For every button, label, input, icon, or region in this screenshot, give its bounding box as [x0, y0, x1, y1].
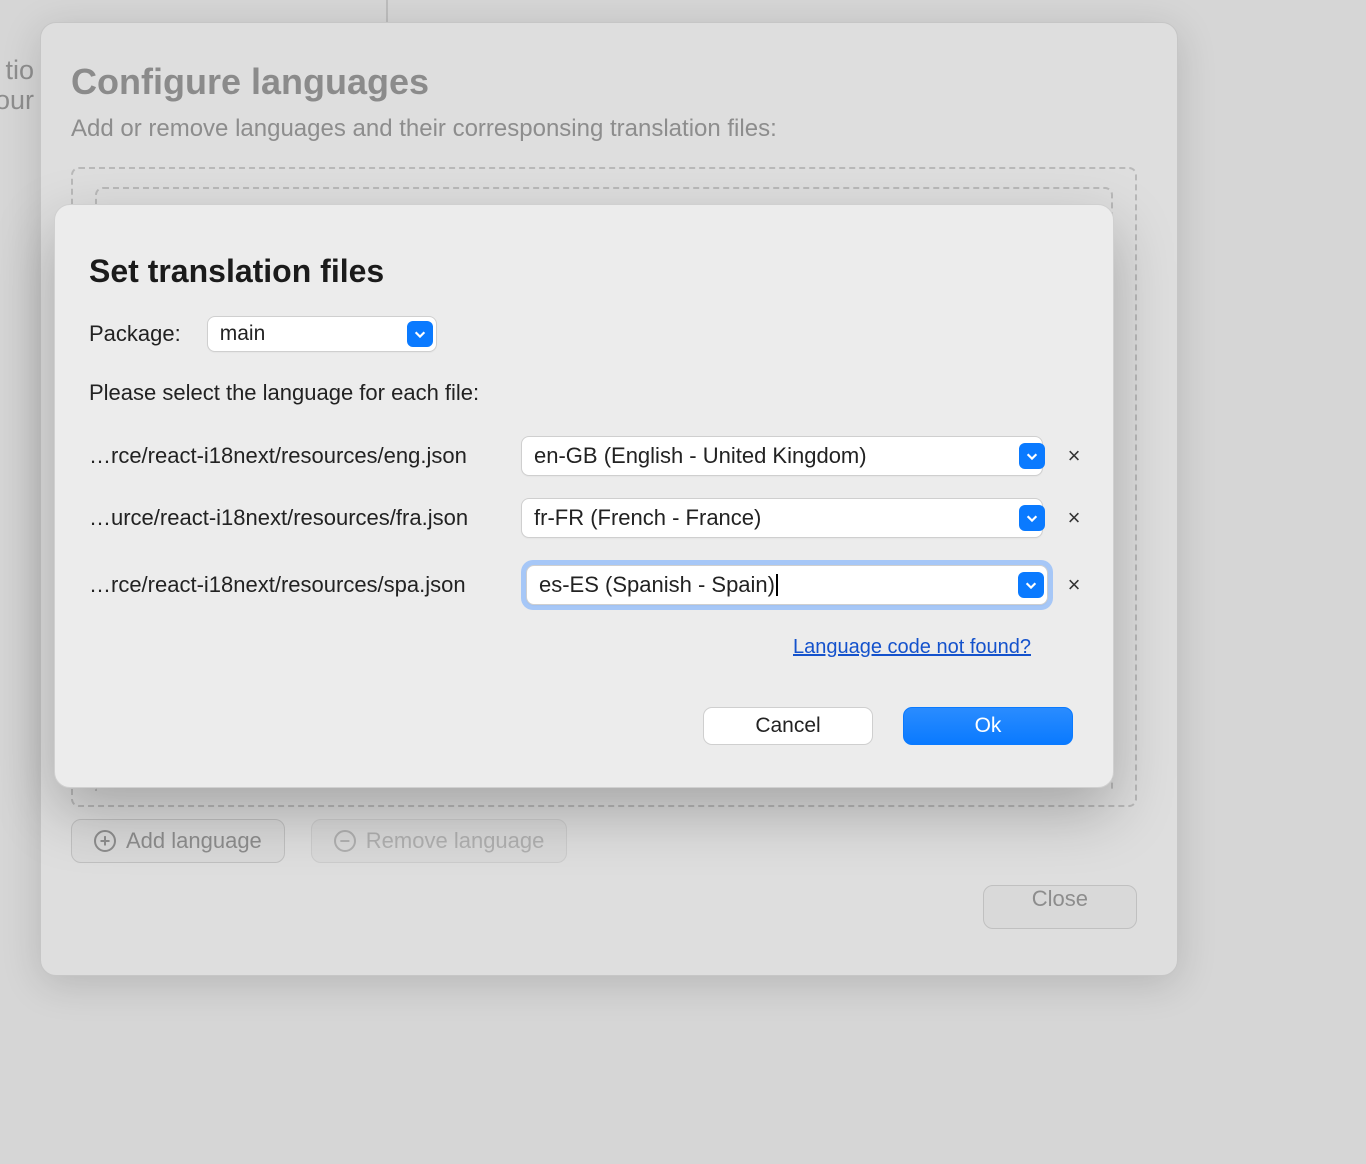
- remove-row-button[interactable]: ×: [1061, 505, 1087, 531]
- remove-row-button[interactable]: ×: [1061, 572, 1087, 598]
- chevron-down-icon: [1019, 505, 1045, 531]
- chevron-down-icon: [1018, 572, 1044, 598]
- instruction-text: Please select the language for each file…: [89, 380, 1075, 406]
- cancel-button[interactable]: Cancel: [703, 707, 873, 745]
- language-select-focused[interactable]: es-ES (Spanish - Spain): [521, 560, 1053, 610]
- package-select-value: main: [220, 322, 266, 346]
- plus-circle-icon: +: [94, 830, 116, 852]
- remove-language-label: Remove language: [366, 828, 545, 854]
- minus-circle-icon: −: [334, 830, 356, 852]
- chevron-down-icon: [1019, 443, 1045, 469]
- remove-language-button[interactable]: − Remove language: [311, 819, 568, 863]
- language-select[interactable]: fr-FR (French - France): [521, 498, 1049, 538]
- file-row: …urce/react-i18next/resources/fra.json f…: [89, 498, 1075, 538]
- file-row: …rce/react-i18next/resources/eng.json en…: [89, 436, 1075, 476]
- add-language-button[interactable]: + Add language: [71, 819, 285, 863]
- bg-divider: [386, 0, 388, 24]
- language-select-value: en-GB (English - United Kingdom): [534, 443, 867, 469]
- close-button[interactable]: Close: [983, 885, 1137, 929]
- file-path: …urce/react-i18next/resources/fra.json: [89, 505, 509, 531]
- config-languages-subtitle: Add or remove languages and their corres…: [71, 115, 1137, 143]
- add-language-label: Add language: [126, 828, 262, 854]
- modal-title: Set translation files: [89, 253, 1075, 290]
- text-caret: [776, 574, 778, 596]
- language-select-value: es-ES (Spanish - Spain): [539, 572, 775, 598]
- ok-button[interactable]: Ok: [903, 707, 1073, 745]
- package-label: Package:: [89, 321, 181, 347]
- set-translation-files-modal: Set translation files Package: main Plea…: [54, 204, 1114, 788]
- language-code-help-link[interactable]: Language code not found?: [793, 636, 1031, 658]
- file-path: …rce/react-i18next/resources/eng.json: [89, 443, 509, 469]
- package-select[interactable]: main: [207, 316, 437, 352]
- language-select[interactable]: en-GB (English - United Kingdom): [521, 436, 1049, 476]
- file-path: …rce/react-i18next/resources/spa.json: [89, 572, 509, 598]
- chevron-down-icon: [407, 321, 433, 347]
- remove-row-button[interactable]: ×: [1061, 443, 1087, 469]
- file-row: …rce/react-i18next/resources/spa.json es…: [89, 560, 1075, 610]
- language-select-value: fr-FR (French - France): [534, 505, 761, 531]
- bg-truncated-text: tio our: [0, 55, 34, 115]
- config-languages-title: Configure languages: [71, 61, 1137, 103]
